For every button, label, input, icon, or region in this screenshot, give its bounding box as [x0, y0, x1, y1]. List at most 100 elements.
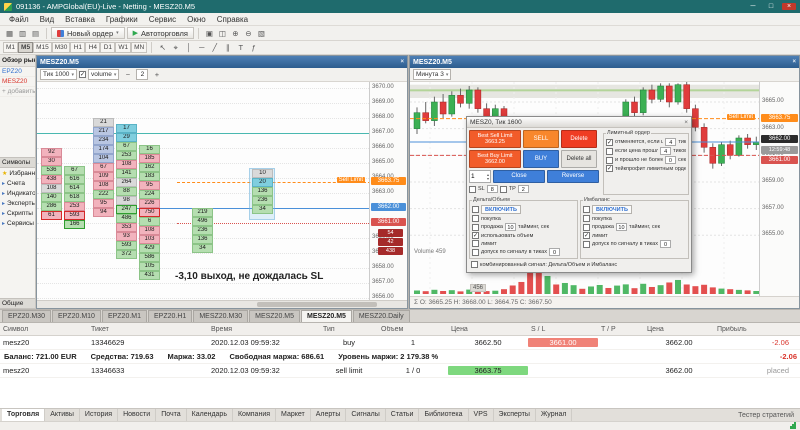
new-chart-icon[interactable]: ▦	[3, 28, 16, 39]
navigator-item[interactable]: ▸Индикаторы	[0, 188, 35, 198]
delete-button[interactable]: Delete	[561, 130, 597, 148]
chart-close-icon[interactable]: ×	[792, 59, 796, 65]
column-header-T / P[interactable]: T / P	[598, 326, 644, 333]
navigator-item[interactable]: ▸ Счета	[0, 178, 35, 188]
zoom-out-icon[interactable]: ⊖	[242, 28, 255, 39]
option-value[interactable]: 4	[660, 147, 672, 155]
timeframe-M1[interactable]: M1	[3, 42, 19, 53]
terminal-tab-VPS[interactable]: VPS	[469, 409, 494, 421]
checkbox-icon[interactable]	[606, 156, 613, 164]
symbols-tab[interactable]: Символы	[0, 157, 35, 168]
option-value[interactable]: 0	[664, 156, 676, 164]
menu-Вид[interactable]: Вид	[35, 15, 59, 24]
indicators-icon[interactable]: ƒ	[247, 42, 260, 53]
terminal-tab-Календарь[interactable]: Календарь	[187, 409, 233, 421]
decrease-button[interactable]: −	[121, 69, 134, 80]
buy-button[interactable]: BUY	[523, 150, 559, 168]
volume-mode-select[interactable]: volume ▾	[87, 69, 120, 80]
menu-Окно[interactable]: Окно	[182, 15, 211, 24]
timeframe-M5[interactable]: M5	[18, 42, 34, 53]
market-watch-symbol[interactable]: EPZ20	[0, 67, 35, 77]
best-buy-limit-button[interactable]: Best Buy Limit 3662.00	[469, 150, 521, 168]
chart-list-icon[interactable]: ▧	[255, 28, 268, 39]
channel-icon[interactable]: ∥	[221, 42, 234, 53]
zoom-in-icon[interactable]: ⊕	[229, 28, 242, 39]
close-button[interactable]: ×	[782, 3, 796, 10]
terminal-tab-Алерты[interactable]: Алерты	[311, 409, 347, 421]
option-value[interactable]: 0	[548, 248, 560, 256]
tick-size-select[interactable]: Тик 1000 ▾	[40, 69, 77, 80]
tp-value[interactable]: 2	[517, 185, 529, 193]
column-header-Время[interactable]: Время	[208, 326, 320, 333]
autotrading-button[interactable]: ▶ Автоторговля	[126, 27, 194, 39]
reverse-button[interactable]: Reverse	[547, 170, 599, 183]
enable-button[interactable]: ВКЛЮЧИТЬ	[481, 205, 521, 214]
terminal-tab-Журнал[interactable]: Журнал	[536, 409, 573, 421]
price-axis[interactable]: 3670.00 3669.00 3668.00 3667.00 3666.00 3665.…	[369, 82, 407, 300]
terminal-tab-Библиотека[interactable]: Библиотека	[419, 409, 469, 421]
column-header-Объем[interactable]: Объем	[378, 326, 448, 333]
minimize-button[interactable]: ─	[746, 3, 760, 10]
terminal-tab-Компания[interactable]: Компания	[233, 409, 277, 421]
checkbox-icon[interactable]	[583, 223, 590, 231]
timeframe-select[interactable]: Минута 3 ▾	[413, 69, 452, 80]
maximize-button[interactable]: □	[764, 3, 778, 10]
market-watch-symbol[interactable]: + добавить	[0, 87, 35, 97]
market-watch-symbol[interactable]: MESZ20	[0, 77, 35, 87]
common-tab[interactable]: Общие	[0, 298, 35, 309]
balance-row[interactable]: Баланс: 721.00 EUR Средства: 719.63 Маржа:…	[0, 350, 800, 364]
menu-Графики[interactable]: Графики	[101, 15, 143, 24]
best-sell-limit-button[interactable]: Best Sell Limit 3663.25	[469, 130, 521, 148]
dialog-close-icon[interactable]: ×	[684, 119, 688, 126]
trade-row[interactable]: mesz20 13346633 2020.12.03 09:59:32 sell li…	[0, 364, 800, 378]
terminal-tab-Статьи[interactable]: Статьи	[386, 409, 420, 421]
enable-checkbox[interactable]	[472, 206, 479, 213]
sl-value[interactable]: 8	[486, 185, 498, 193]
option-value[interactable]: 4	[665, 138, 677, 146]
quantity-field[interactable]: 1 ▴ ▾	[469, 170, 491, 183]
scrollbar-thumb[interactable]	[257, 302, 377, 307]
hline-icon[interactable]: ─	[195, 42, 208, 53]
timeframe-H4[interactable]: H4	[85, 42, 101, 53]
candle-plot-area[interactable]: Volume 459 456 MESZ0, Тик 1600 × Best Se…	[410, 82, 760, 296]
menu-Файл[interactable]: Файл	[4, 15, 34, 24]
checkbox-icon[interactable]	[472, 232, 479, 239]
terminal-tab-Активы[interactable]: Активы	[45, 409, 80, 421]
terminal-tab-История[interactable]: История	[80, 409, 119, 421]
tp-checkbox[interactable]	[499, 185, 507, 193]
increase-button[interactable]: +	[150, 69, 163, 80]
column-header-Тикет[interactable]: Тикет	[88, 326, 208, 333]
navigator-item[interactable]: ★Избранное	[0, 168, 35, 178]
horizontal-scrollbar[interactable]	[37, 300, 407, 308]
timeframe-W1[interactable]: W1	[115, 42, 132, 53]
delete-all-button[interactable]: Delete all	[561, 150, 597, 168]
close-position-button[interactable]: Close	[493, 170, 545, 183]
cell-size-value[interactable]: 2	[136, 69, 149, 80]
sell-button[interactable]: SELL	[523, 130, 559, 148]
checkbox-icon[interactable]	[606, 147, 613, 155]
option-value[interactable]: 0	[659, 240, 671, 248]
trendline-icon[interactable]: ╱	[208, 42, 221, 53]
cluster-chart-titlebar[interactable]: MESZ20.M5 ×	[37, 56, 407, 68]
candle-chart-titlebar[interactable]: MESZ20.M5 ×	[410, 56, 799, 68]
cluster-chart-body[interactable]: Sell Limit 92 30 536 438 108 140 286 61 67 616 614…	[37, 82, 407, 300]
option-value[interactable]: 10	[615, 223, 627, 231]
menu-Вставка[interactable]: Вставка	[60, 15, 100, 24]
checkbox-icon[interactable]	[583, 215, 590, 222]
timeframe-M15[interactable]: M15	[33, 42, 52, 53]
timeframe-M30[interactable]: M30	[51, 42, 71, 53]
checkbox-icon[interactable]	[583, 232, 590, 239]
terminal-tab-Торговля[interactable]: Торговля	[2, 409, 46, 421]
chart-tab-MESZ20.M5[interactable]: MESZ20.M5	[249, 310, 301, 322]
column-header-Тип[interactable]: Тип	[320, 326, 378, 333]
checkbox-icon[interactable]	[606, 138, 613, 146]
navigator-item[interactable]: ▸ Сервисы	[0, 218, 35, 228]
chart-tab-EPZ20.H1[interactable]: EPZ20.H1	[148, 310, 193, 322]
column-header-Прибыль[interactable]: Прибыль	[714, 326, 792, 333]
cursor-icon[interactable]: ↖	[156, 42, 169, 53]
checkbox-icon[interactable]	[471, 261, 478, 268]
trade-row[interactable]: mesz20 13346629 2020.12.03 09:59:32 buy 1 366…	[0, 336, 800, 350]
checkbox-icon[interactable]	[472, 215, 479, 222]
terminal-tab-Новости[interactable]: Новости	[118, 409, 157, 421]
enable-button[interactable]: ВКЛЮЧИТЬ	[592, 205, 632, 214]
